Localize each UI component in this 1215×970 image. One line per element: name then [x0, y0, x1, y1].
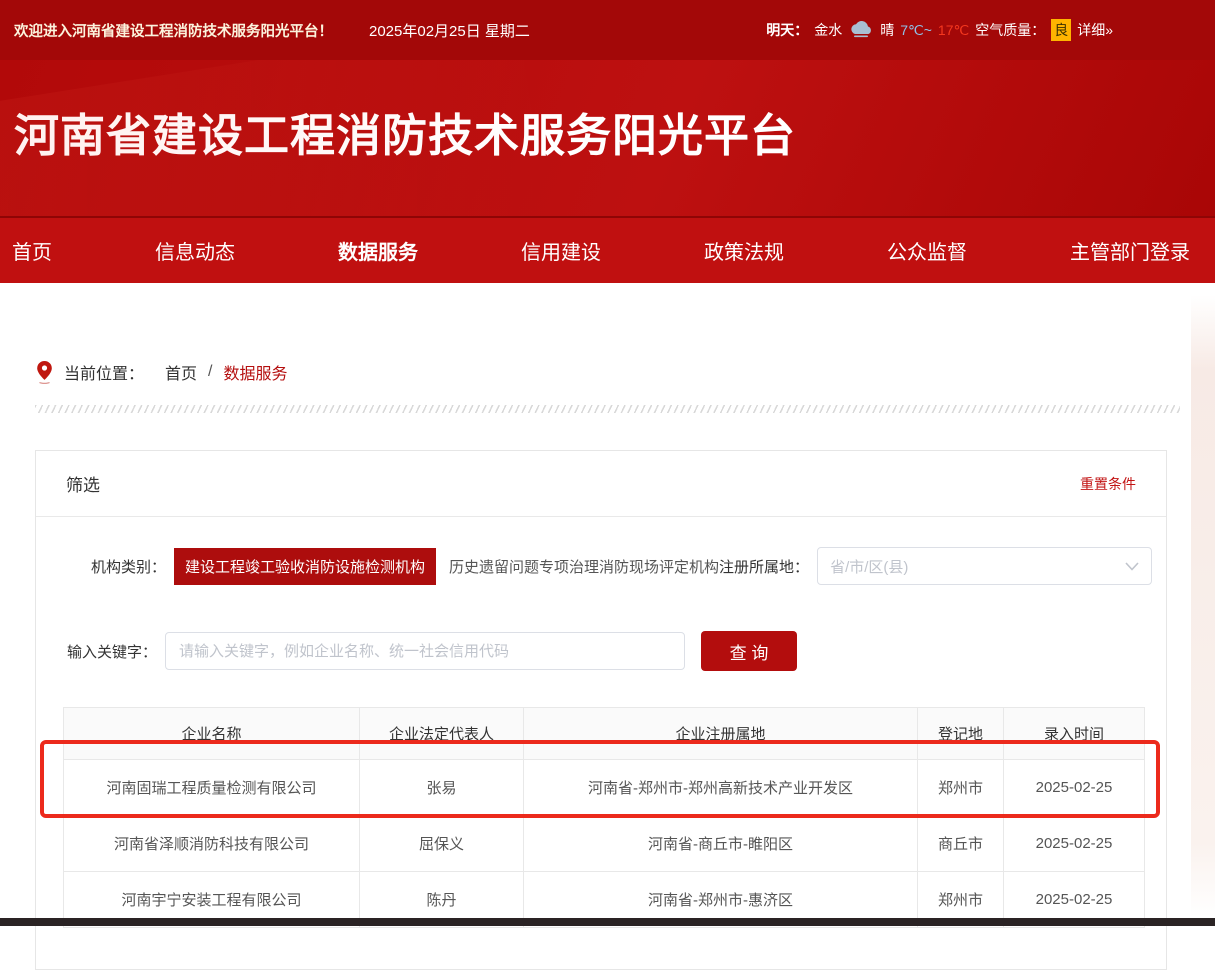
main-nav: 首页 信息动态 数据服务 信用建设 政策法规 公众监督 主管部门登录	[0, 218, 1215, 283]
category-option-inactive[interactable]: 历史遗留问题专项治理消防现场评定机构	[449, 556, 719, 577]
table-cell: 2025-02-25	[1004, 816, 1145, 872]
table-cell: 河南省-商丘市-睢阳区	[524, 816, 918, 872]
date-text: 2025年02月25日 星期二	[369, 20, 530, 41]
site-title: 河南省建设工程消防技术服务阳光平台	[0, 60, 1215, 162]
chevron-down-icon	[1125, 562, 1139, 571]
category-label: 机构类别：	[91, 556, 166, 577]
results-table: 企业名称 企业法定代表人 企业注册属地 登记地 录入时间 河南固瑞工程质量检测有…	[63, 707, 1145, 928]
air-quality-label: 空气质量：	[975, 20, 1045, 40]
reset-filters-link[interactable]: 重置条件	[1080, 474, 1136, 494]
table-header: 企业名称 企业法定代表人 企业注册属地 登记地 录入时间	[64, 708, 1145, 760]
column-header-company: 企业名称	[64, 708, 360, 760]
breadcrumb-current-link[interactable]: 数据服务	[223, 360, 287, 384]
air-quality-badge: 良	[1051, 19, 1071, 41]
table-row: 河南固瑞工程质量检测有限公司 张易 河南省-郑州市-郑州高新技术产业开发区 郑州…	[64, 760, 1145, 816]
tomorrow-label: 明天：	[766, 20, 808, 40]
content-area: 当前位置： 首页 / 数据服务 筛选 重置条件 机构类别： 建设工程竣工验收消防…	[0, 360, 1215, 970]
nav-item-policy[interactable]: 政策法规	[704, 236, 784, 265]
column-header-registry: 登记地	[918, 708, 1004, 760]
keyword-label: 输入关键字：	[67, 641, 157, 662]
filter-title: 筛选	[66, 471, 100, 496]
keyword-input[interactable]	[165, 632, 685, 670]
weather-cloud-icon	[848, 21, 874, 39]
filter-card-header: 筛选 重置条件	[36, 451, 1166, 517]
nav-item-supervision[interactable]: 公众监督	[887, 236, 967, 265]
table-cell: 郑州市	[918, 760, 1004, 816]
site-banner: 河南省建设工程消防技术服务阳光平台	[0, 60, 1215, 218]
region-filter-group: 注册所属地： 省/市/区(县)	[719, 547, 1152, 585]
condition-label: 晴	[880, 20, 894, 40]
keyword-filter-row: 输入关键字： 查 询	[67, 631, 1166, 671]
nav-item-home[interactable]: 首页	[12, 236, 52, 265]
nav-item-credit[interactable]: 信用建设	[521, 236, 601, 265]
column-header-legal-rep: 企业法定代表人	[360, 708, 524, 760]
table-cell: 2025-02-25	[1004, 760, 1145, 816]
page: 欢迎进入河南省建设工程消防技术服务阳光平台！ 2025年02月25日 星期二 明…	[0, 0, 1215, 970]
search-button[interactable]: 查 询	[701, 631, 797, 671]
breadcrumb: 当前位置： 首页 / 数据服务	[36, 360, 1215, 384]
district-label: 金水	[814, 20, 842, 40]
topbar: 欢迎进入河南省建设工程消防技术服务阳光平台！ 2025年02月25日 星期二 明…	[0, 0, 1215, 60]
nav-item-data-service[interactable]: 数据服务	[338, 236, 418, 265]
table-body: 河南固瑞工程质量检测有限公司 张易 河南省-郑州市-郑州高新技术产业开发区 郑州…	[64, 760, 1145, 928]
region-select[interactable]: 省/市/区(县)	[817, 547, 1152, 585]
breadcrumb-home-link[interactable]: 首页	[165, 360, 197, 384]
category-option-active[interactable]: 建设工程竣工验收消防设施检测机构	[174, 548, 436, 585]
nav-item-admin-login[interactable]: 主管部门登录	[1070, 236, 1190, 265]
region-select-placeholder: 省/市/区(县)	[830, 556, 908, 577]
breadcrumb-label: 当前位置：	[64, 360, 144, 384]
header-row: 企业名称 企业法定代表人 企业注册属地 登记地 录入时间	[64, 708, 1145, 760]
column-header-entry-time: 录入时间	[1004, 708, 1145, 760]
table-cell: 河南省-郑州市-郑州高新技术产业开发区	[524, 760, 918, 816]
category-filter-row: 机构类别： 建设工程竣工验收消防设施检测机构 历史遗留问题专项治理消防现场评定机…	[91, 547, 1138, 585]
table-cell: 商丘市	[918, 816, 1004, 872]
nav-item-news[interactable]: 信息动态	[155, 236, 235, 265]
region-label: 注册所属地：	[719, 556, 809, 577]
table-cell: 张易	[360, 760, 524, 816]
temp-high: 17℃	[938, 22, 969, 39]
slash-divider	[35, 405, 1180, 413]
weather-widget: 明天： 金水 晴 7℃~ 17℃ 空气质量： 良 详细»	[766, 19, 1113, 41]
weather-detail-link[interactable]: 详细»	[1077, 20, 1113, 40]
welcome-text: 欢迎进入河南省建设工程消防技术服务阳光平台！	[14, 20, 333, 41]
table-cell: 河南固瑞工程质量检测有限公司	[64, 760, 360, 816]
bottom-dark-bar	[0, 918, 1215, 926]
breadcrumb-separator: /	[208, 363, 212, 381]
table-cell: 屈保义	[360, 816, 524, 872]
location-pin-icon	[36, 360, 53, 384]
filter-card: 筛选 重置条件 机构类别： 建设工程竣工验收消防设施检测机构 历史遗留问题专项治…	[35, 450, 1167, 970]
table-cell: 河南省泽顺消防科技有限公司	[64, 816, 360, 872]
table-row: 河南省泽顺消防科技有限公司 屈保义 河南省-商丘市-睢阳区 商丘市 2025-0…	[64, 816, 1145, 872]
column-header-region: 企业注册属地	[524, 708, 918, 760]
temp-low: 7℃~	[900, 22, 932, 39]
